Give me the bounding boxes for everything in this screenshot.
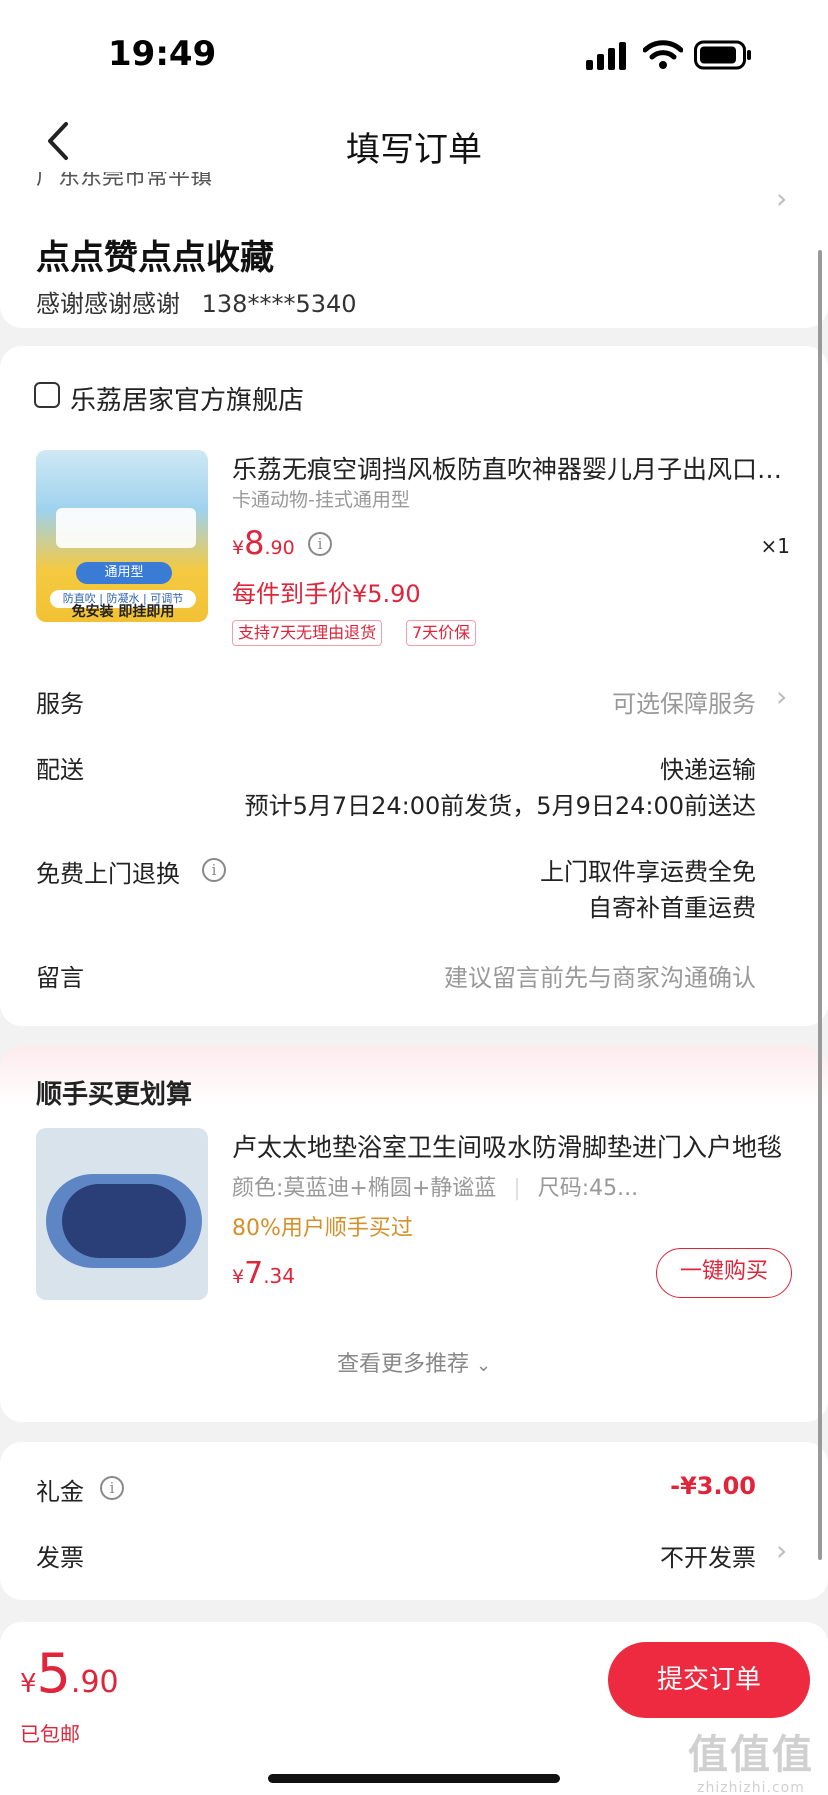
recommend-card: 顺手买更划算 卢太太地垫浴室卫生间吸水防滑脚垫进门入户地毯 颜色:莫蓝迪+椭圆+… — [0, 1046, 828, 1422]
store-icon — [34, 382, 60, 408]
total-currency: ¥ — [20, 1669, 37, 1699]
watermark-text: 值值值 — [688, 1732, 814, 1778]
price-dec: .90 — [264, 537, 295, 559]
chevron-right-icon: › — [776, 1534, 788, 1567]
recommend-color: 颜色:莫蓝迪+椭圆+静谧蓝 — [232, 1176, 497, 1201]
tag-return: 支持7天无理由退货 — [232, 620, 383, 646]
gift-value: -¥3.00 — [670, 1472, 756, 1500]
gift-info-icon[interactable]: i — [100, 1476, 124, 1500]
delivery-eta: 预计5月7日24:00前发货，5月9日24:00前送达 — [244, 792, 756, 820]
address-line: 广东东莞市常平镇 — [36, 172, 213, 188]
price-int: 8 — [244, 524, 265, 562]
contact-name: 感谢感谢感谢 — [36, 290, 180, 318]
recommend-image[interactable] — [36, 1128, 208, 1300]
product-quantity: ×1 — [760, 534, 790, 558]
return-line1: 上门取件享运费全免 — [540, 858, 756, 886]
rec-price-dec: .34 — [263, 1264, 295, 1288]
total-price: ¥5.90 — [20, 1642, 119, 1705]
order-card: 乐荔居家官方旗舰店 通用型 防直吹 | 防凝水 | 可调节 免安装 即挂即用 乐… — [0, 346, 828, 1026]
return-label: 免费上门退换 — [36, 860, 180, 888]
address-card[interactable]: 广东东莞市常平镇 点点赞点点收藏 感谢感谢感谢 138****5340 › — [0, 168, 828, 328]
unit-price: 每件到手价¥5.90 — [232, 580, 421, 608]
status-bar: 19:49 — [0, 0, 828, 100]
contact-phone: 138****5340 — [201, 290, 357, 318]
product-title[interactable]: 乐荔无痕空调挡风板防直吹神器婴儿月子出风口挡板 — [232, 450, 792, 486]
chevron-down-icon: ⌄ — [475, 1355, 492, 1376]
watermark-url: zhizhizhi.com — [697, 1780, 805, 1795]
service-value[interactable]: 可选保障服务 — [612, 684, 756, 719]
more-recommend-link[interactable]: 查看更多推荐 ⌄ — [0, 1346, 828, 1378]
total-dec: .90 — [70, 1665, 119, 1700]
recommend-size: 尺码:45... — [537, 1176, 639, 1201]
return-line2: 自寄补首重运费 — [588, 894, 756, 922]
shipping-free: 已包邮 — [20, 1722, 80, 1746]
chevron-right-icon: › — [776, 182, 788, 215]
recommend-name[interactable]: 卢太太地垫浴室卫生间吸水防滑脚垫进门入户地毯 — [232, 1128, 792, 1164]
submit-order-button[interactable]: 提交订单 — [608, 1642, 810, 1718]
more-recommend-label: 查看更多推荐 — [336, 1352, 469, 1377]
gift-label: 礼金 — [36, 1478, 84, 1506]
total-int: 5 — [36, 1642, 71, 1705]
scrollbar[interactable] — [818, 250, 822, 1560]
price-currency: ¥ — [232, 537, 245, 559]
service-label: 服务 — [36, 690, 84, 718]
recommend-bought: 80%用户顺手买过 — [232, 1216, 413, 1241]
rec-price-int: 7 — [244, 1256, 264, 1291]
delivery-label: 配送 — [36, 756, 84, 784]
product-image-shape — [56, 508, 196, 548]
spec-divider: | — [513, 1176, 521, 1201]
price-info-icon[interactable]: i — [308, 532, 332, 556]
status-time: 19:49 — [108, 34, 217, 74]
address-contact: 感谢感谢感谢 138****5340 — [36, 284, 357, 319]
recommend-price: ¥7.34 — [232, 1256, 295, 1291]
fees-card: 礼金 i -¥3.00 发票 不开发票 › — [0, 1442, 828, 1600]
mat-shape-inner — [62, 1184, 186, 1258]
cellular-signal-icon — [586, 42, 626, 70]
recommend-spec: 颜色:莫蓝迪+椭圆+静谧蓝 | 尺码:45... — [232, 1170, 638, 1202]
return-info-icon[interactable]: i — [202, 858, 226, 882]
product-spec[interactable]: 卡通动物-挂式通用型 — [232, 485, 410, 512]
product-image[interactable]: 通用型 防直吹 | 防凝水 | 可调节 免安装 即挂即用 — [36, 450, 208, 622]
invoice-value[interactable]: 不开发票 — [660, 1538, 756, 1573]
invoice-label: 发票 — [36, 1544, 84, 1572]
store-name[interactable]: 乐荔居家官方旗舰店 — [70, 380, 304, 417]
page-title: 填写订单 — [346, 130, 482, 170]
watermark: 值值值 zhizhizhi.com — [688, 1722, 814, 1795]
chevron-right-icon: › — [776, 680, 788, 713]
battery-icon — [694, 40, 751, 70]
home-indicator[interactable] — [268, 1774, 560, 1783]
product-image-caption: 免安装 即挂即用 — [71, 604, 175, 620]
address-title: 点点赞点点收藏 — [36, 238, 274, 278]
checkout-bar: ¥5.90 已包邮 提交订单 值值值 zhizhizhi.com — [0, 1622, 828, 1795]
wifi-icon — [643, 40, 683, 69]
rec-price-currency: ¥ — [232, 1266, 245, 1288]
product-price: ¥8.90 — [232, 524, 295, 562]
recommend-title: 顺手买更划算 — [36, 1080, 193, 1110]
product-image-label: 通用型 — [76, 562, 172, 584]
tag-price-protect: 7天价保 — [406, 620, 477, 646]
delivery-method: 快递运输 — [660, 756, 756, 784]
buy-now-button[interactable]: 一键购买 — [656, 1248, 792, 1298]
message-input[interactable]: 建议留言前先与商家沟通确认 — [444, 958, 756, 993]
message-label: 留言 — [36, 964, 84, 992]
